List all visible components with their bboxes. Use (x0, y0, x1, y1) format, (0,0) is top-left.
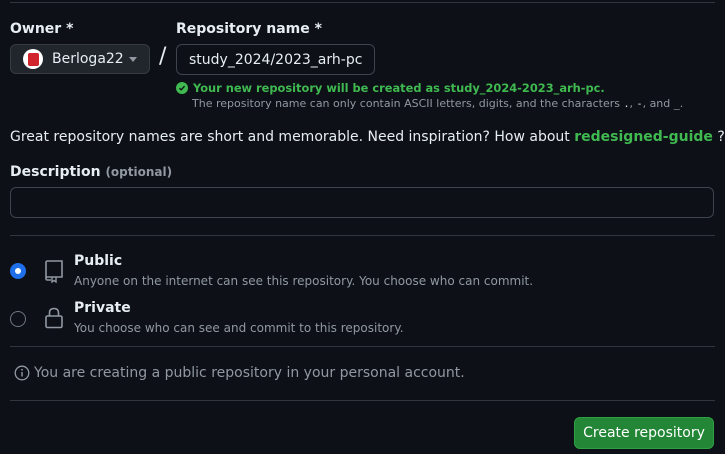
description-input[interactable] (10, 187, 714, 218)
divider (10, 400, 715, 401)
chevron-down-icon (129, 56, 137, 62)
repo-name-input[interactable] (176, 44, 375, 75)
top-divider (10, 2, 715, 3)
public-title: Public (74, 253, 123, 269)
divider (10, 346, 715, 347)
owner-name: Berloga22 (52, 51, 124, 67)
private-description: You choose who can see and commit to thi… (74, 321, 404, 335)
owner-repo-separator: / (159, 44, 167, 69)
owner-label: Owner * (10, 21, 74, 37)
description-label: Description (optional) (10, 164, 173, 180)
repo-name-label: Repository name * (176, 21, 322, 37)
private-radio[interactable] (10, 311, 26, 327)
private-title: Private (74, 300, 131, 316)
check-circle-icon (176, 82, 188, 94)
divider (10, 235, 715, 236)
owner-dropdown[interactable]: Berloga22 (10, 44, 150, 74)
avatar (23, 49, 43, 69)
name-inspiration: Great repository names are short and mem… (10, 129, 725, 145)
repo-name-hint: The repository name can only contain ASC… (192, 97, 684, 110)
info-icon (14, 365, 30, 381)
info-text: You are creating a public repository in … (34, 365, 465, 381)
public-description: Anyone on the internet can see this repo… (74, 274, 534, 288)
suggested-name-link[interactable]: redesigned-guide (574, 129, 713, 145)
lock-icon (45, 307, 63, 329)
validation-text: Your new repository will be created as s… (193, 81, 605, 95)
create-repository-button[interactable]: Create repository (574, 417, 714, 449)
validation-message: Your new repository will be created as s… (176, 81, 605, 95)
optional-tag: (optional) (105, 165, 173, 179)
public-radio[interactable] (10, 263, 26, 279)
visibility-info: You are creating a public repository in … (14, 365, 465, 381)
repo-book-icon (45, 260, 63, 283)
